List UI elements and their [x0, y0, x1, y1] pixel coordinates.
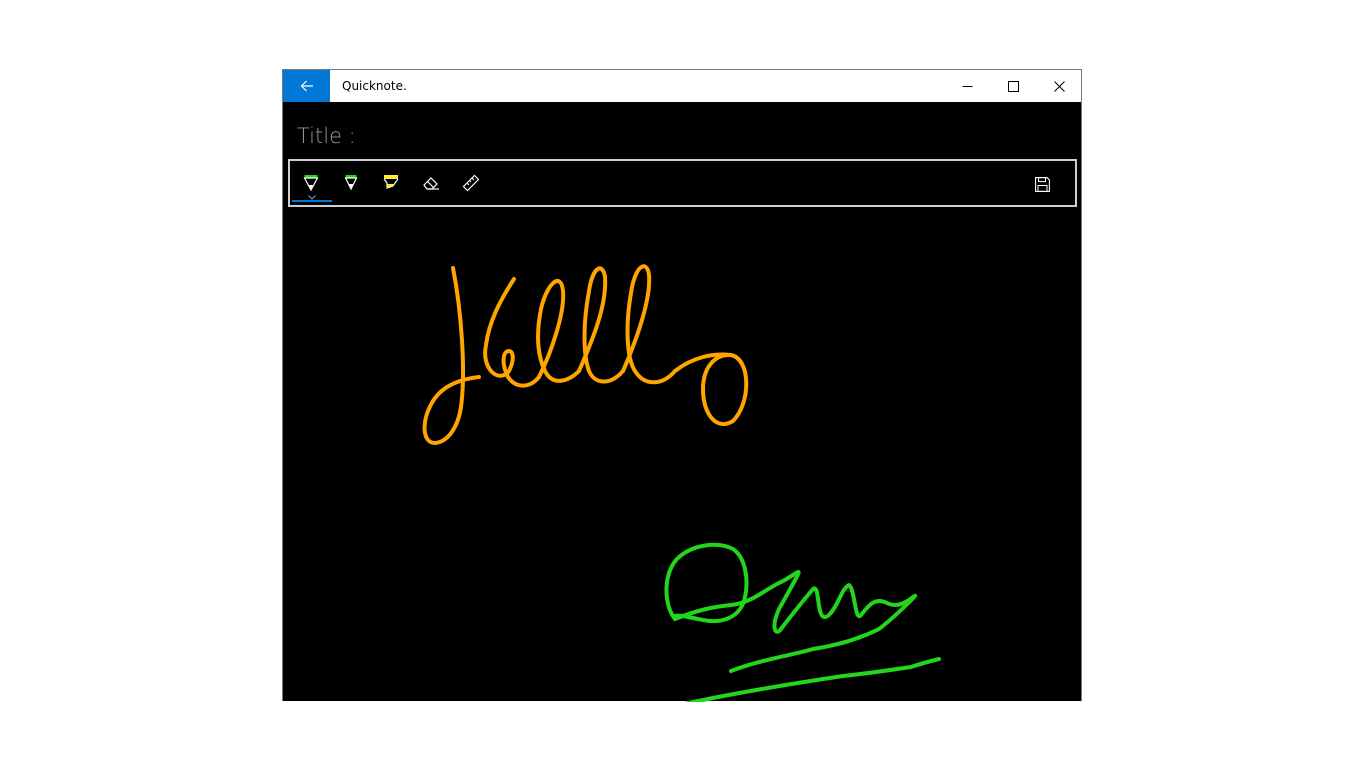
close-button[interactable] [1036, 70, 1082, 102]
chevron-down-icon [308, 195, 316, 200]
app-window: Quicknote. Title : [282, 69, 1082, 702]
eraser-tool[interactable] [412, 167, 450, 199]
save-button[interactable] [1023, 169, 1061, 199]
save-icon [1034, 176, 1050, 192]
ballpoint-pen-icon [303, 175, 319, 192]
maximize-icon [1007, 80, 1019, 92]
ink-stroke-green [664, 542, 941, 702]
minimize-icon [962, 85, 972, 87]
title-bar: Quicknote. [283, 70, 1081, 102]
highlighter-tool[interactable] [372, 167, 410, 199]
ruler-icon [462, 174, 480, 192]
minimize-button[interactable] [944, 70, 990, 102]
ink-stroke-orange [422, 264, 749, 445]
highlighter-icon [383, 175, 399, 189]
note-title-label[interactable]: Title : [297, 124, 356, 148]
ink-canvas[interactable] [283, 209, 1081, 702]
close-icon [1053, 80, 1065, 92]
back-arrow-icon [300, 80, 313, 92]
ballpoint-pen-tool[interactable] [292, 167, 332, 202]
pencil-tool[interactable] [332, 167, 370, 199]
back-button[interactable] [283, 70, 330, 102]
app-title: Quicknote. [342, 79, 407, 93]
pencil-icon [344, 175, 358, 191]
ink-toolbar [288, 159, 1077, 207]
ruler-tool[interactable] [452, 167, 490, 199]
maximize-button[interactable] [990, 70, 1036, 102]
eraser-icon [423, 177, 439, 190]
